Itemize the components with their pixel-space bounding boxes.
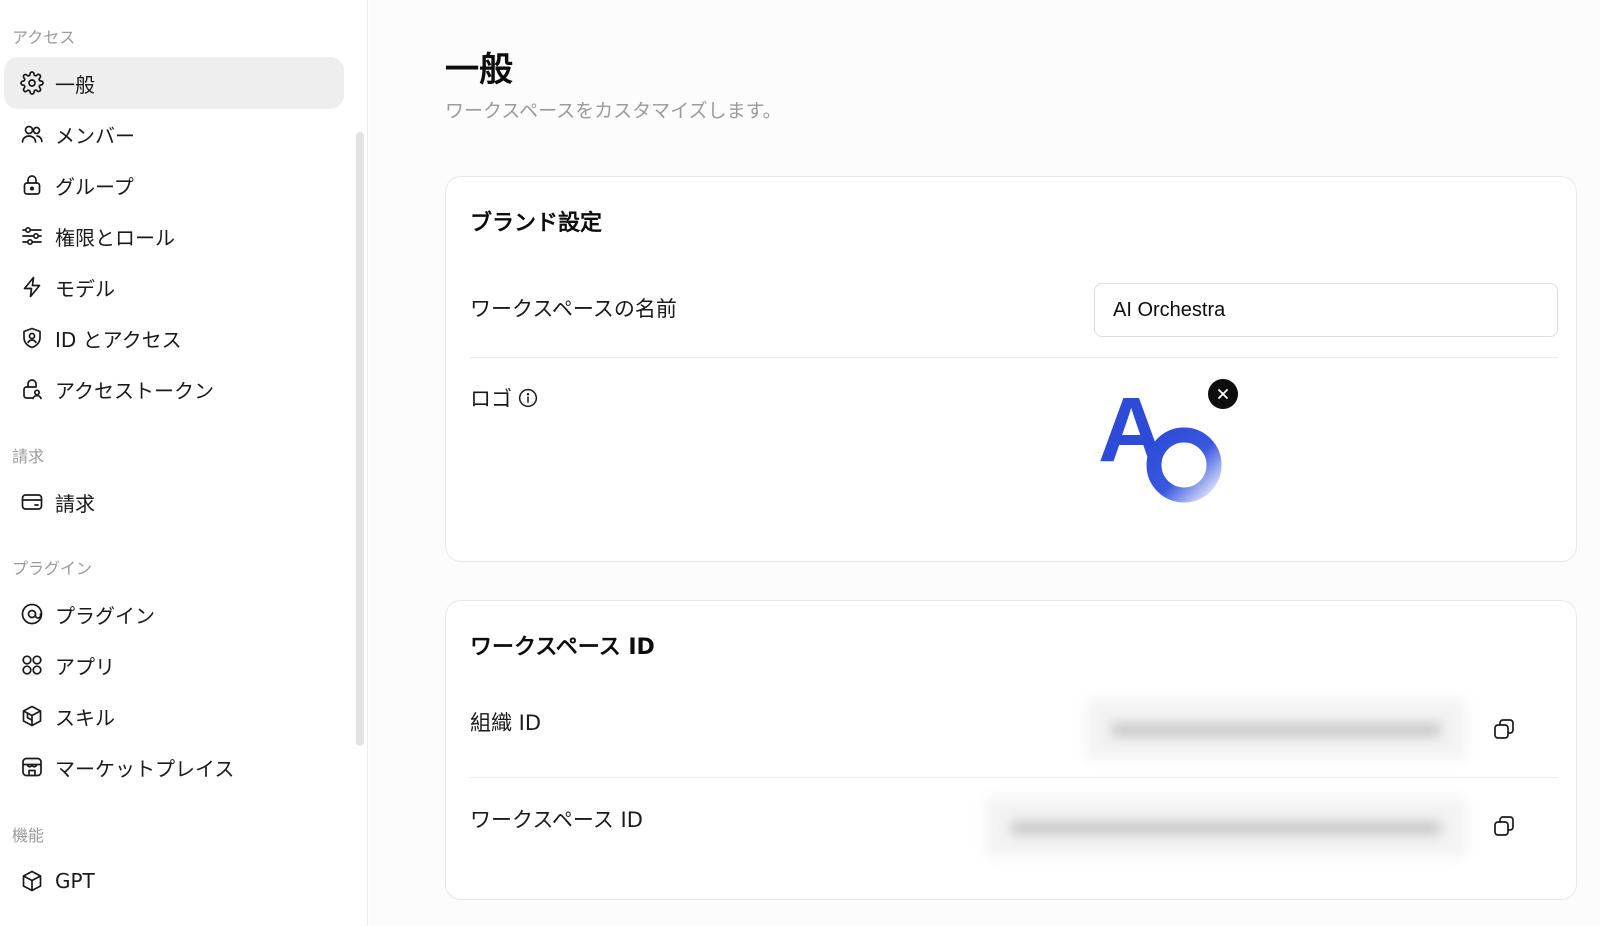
store-icon [19,754,45,780]
sidebar-item-models[interactable]: モデル [4,261,344,313]
box-icon [19,868,45,894]
lock-icon [19,172,45,198]
at-icon [19,601,45,627]
logo-label: ロゴ [470,387,512,411]
sidebar-item-identity[interactable]: ID とアクセス [4,312,344,364]
section-label-access: アクセス [12,28,76,47]
workspace-name-label: ワークスペースの名前 [470,297,677,321]
sidebar-item-groups[interactable]: グループ [4,159,344,211]
sidebar-item-label: ID とアクセス [55,327,182,352]
workspace-id-value-redacted [986,797,1466,857]
sidebar-item-label: グループ [55,174,134,199]
sidebar-item-label: プラグイン [55,603,155,628]
sidebar-item-members[interactable]: メンバー [4,108,344,160]
grid-icon [19,652,45,678]
sidebar-item-label: メンバー [55,123,135,148]
workspace-name-input[interactable] [1094,283,1558,337]
remove-logo-button[interactable] [1208,379,1238,409]
sidebar-item-label: GPT [55,869,95,893]
sidebar-item-label: 一般 [55,72,95,97]
sidebar-item-gpt[interactable]: GPT [4,855,344,907]
copy-org-id-button[interactable] [1488,713,1520,745]
sidebar-item-billing[interactable]: 請求 [4,476,344,528]
brand-settings-card: ブランド設定 ワークスペースの名前 ロゴ A [445,176,1577,562]
page-title: 一般 [445,50,513,90]
workspace-id-card: ワークスペース ID 組織 ID ワークスペース ID [445,600,1577,900]
sidebar-item-label: 請求 [55,491,95,516]
copy-workspace-id-button[interactable] [1488,810,1520,842]
sidebar-item-label: モデル [55,276,115,301]
workspace-id-card-title: ワークスペース ID [470,635,655,660]
sidebar-item-label: アクセストークン [55,378,214,403]
info-icon[interactable] [518,388,538,408]
sidebar-item-label: スキル [55,705,115,730]
sidebar-item-general[interactable]: 一般 [4,57,344,109]
sliders-icon [19,223,45,249]
sidebar-item-label: アプリ [55,654,115,679]
shield-user-icon [19,325,45,351]
brand-settings-title: ブランド設定 [470,211,603,236]
section-label-features: 機能 [12,826,45,845]
org-id-value-redacted [1086,699,1466,759]
close-icon [1218,389,1228,399]
divider [470,357,1558,358]
sidebar-item-tokens[interactable]: アクセストークン [4,363,344,415]
sidebar-item-marketplace[interactable]: マーケットプレイス [4,741,344,793]
main-content: 一般 ワークスペースをカスタマイズします。 ブランド設定 ワークスペースの名前 … [369,0,1600,926]
workspace-id-label: ワークスペース ID [470,808,643,832]
sidebar-item-label: マーケットプレイス [55,756,235,781]
sidebar-item-label: 権限とロール [55,225,175,250]
sidebar-item-apps[interactable]: アプリ [4,639,344,691]
sidebar-scrollbar[interactable] [356,132,364,746]
sidebar: アクセス 一般 メンバー グループ 権限とロール モデル ID とアクセス アク… [0,0,368,926]
copy-icon [1494,816,1514,836]
sidebar-item-skills[interactable]: スキル [4,690,344,742]
card-icon [19,489,45,515]
sidebar-item-roles[interactable]: 権限とロール [4,210,344,262]
section-label-plugins: プラグイン [12,559,93,578]
section-label-billing: 請求 [12,447,45,466]
gear-icon [19,70,45,96]
lock-user-icon [19,376,45,402]
cube-icon [19,703,45,729]
page-subtitle: ワークスペースをカスタマイズします。 [445,100,782,122]
copy-icon [1494,719,1514,739]
org-id-label: 組織 ID [470,711,542,735]
logo-label-row: ロゴ [470,383,538,413]
users-icon [19,121,45,147]
bolt-icon [19,274,45,300]
sidebar-item-plugins[interactable]: プラグイン [4,588,344,640]
divider [470,777,1558,778]
